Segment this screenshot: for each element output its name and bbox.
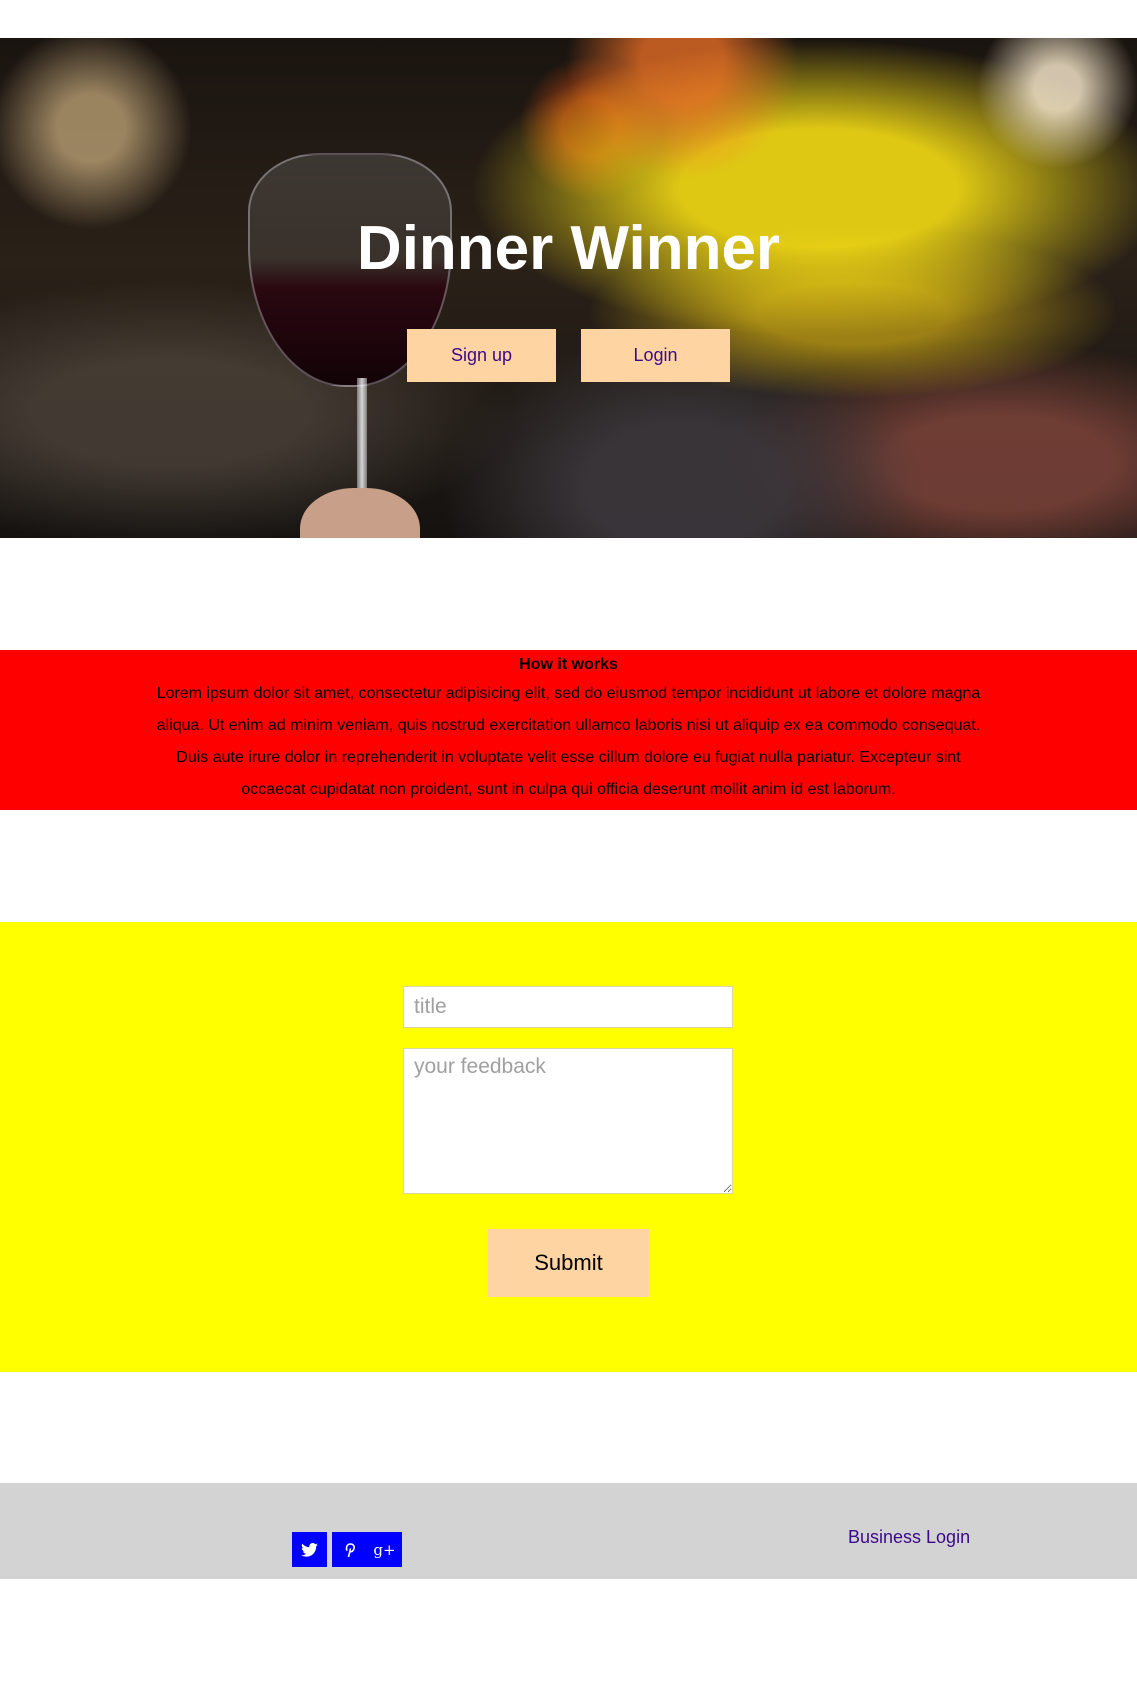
page: Dinner Winner Sign up Login How it works… <box>0 0 1137 1691</box>
footer: g+ Business Login <box>0 1483 1137 1579</box>
business-login-link[interactable]: Business Login <box>848 1527 970 1548</box>
feedback-title-input[interactable] <box>403 986 733 1028</box>
twitter-icon[interactable] <box>292 1532 327 1567</box>
submit-button[interactable]: Submit <box>488 1229 649 1297</box>
login-button[interactable]: Login <box>581 329 730 382</box>
how-it-works-section: How it works Lorem ipsum dolor sit amet,… <box>0 650 1137 810</box>
how-it-works-text: Lorem ipsum dolor sit amet, consectetur … <box>156 685 981 798</box>
google-plus-glyph: g+ <box>373 1540 396 1559</box>
how-it-works-heading: How it works <box>519 656 618 673</box>
google-plus-icon[interactable]: g+ <box>367 1532 402 1567</box>
hand-image <box>300 488 420 538</box>
hero-banner: Dinner Winner Sign up Login <box>0 38 1137 538</box>
site-title: Dinner Winner <box>356 214 781 283</box>
feedback-section: Submit <box>0 922 1137 1372</box>
signup-button[interactable]: Sign up <box>407 329 556 382</box>
feedback-textarea[interactable] <box>403 1048 733 1194</box>
pinterest-icon[interactable] <box>332 1532 367 1567</box>
